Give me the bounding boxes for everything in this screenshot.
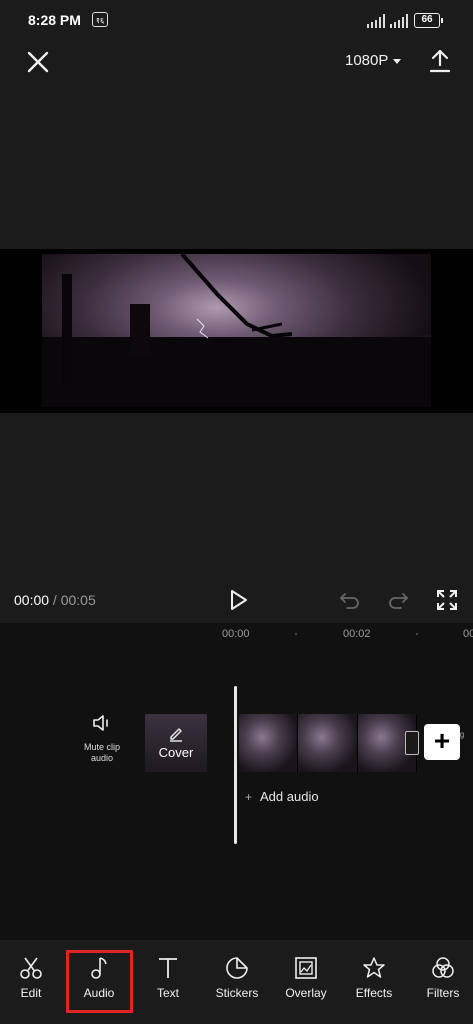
video-clip[interactable] <box>239 714 417 772</box>
redo-icon[interactable] <box>387 589 409 611</box>
status-time: 8:28 PM <box>28 12 81 28</box>
toolbar-label: Text <box>156 986 179 1000</box>
toolbar-label: Stickers <box>215 986 259 1000</box>
caret-down-icon <box>393 58 402 64</box>
signal-icon <box>367 14 385 28</box>
ruler-dot <box>416 633 418 635</box>
toolbar-label: Effects <box>355 986 393 1000</box>
scissors-icon <box>20 957 42 979</box>
audio-highlight-box <box>66 950 133 1013</box>
pencil-icon <box>170 728 182 742</box>
sticker-icon <box>226 957 248 979</box>
add-audio-label: Add audio <box>260 789 319 804</box>
close-icon[interactable] <box>24 48 52 76</box>
add-audio-button[interactable]: + Add audio <box>245 789 319 804</box>
playhead[interactable] <box>234 686 237 844</box>
effects-star-icon <box>363 957 385 978</box>
add-clip-button[interactable]: + <box>424 724 460 760</box>
timecode: 00:00 / 00:05 <box>14 592 96 608</box>
overlay-icon <box>295 957 317 979</box>
cover-button[interactable]: Cover <box>145 714 207 772</box>
toolbar-label: Overlay <box>285 986 327 1000</box>
video-preview[interactable] <box>42 254 431 407</box>
ruler-dot <box>295 633 297 635</box>
notification-badge: १६ <box>92 12 108 27</box>
undo-icon[interactable] <box>339 589 361 611</box>
resolution-dropdown[interactable]: 1080P <box>345 52 402 69</box>
plus-icon: + <box>245 789 253 804</box>
toolbar-label: Filters <box>426 986 460 1000</box>
export-upload-icon[interactable] <box>428 48 452 74</box>
cover-label: Cover <box>158 745 194 760</box>
toolbar-filters[interactable]: Filters <box>422 955 464 1000</box>
time-separator: / <box>49 592 61 608</box>
clip-frame <box>239 714 299 772</box>
clip-trim-handle[interactable] <box>405 731 419 755</box>
ruler-mark: 00:02 <box>343 628 371 640</box>
fullscreen-icon[interactable] <box>436 589 458 611</box>
text-icon <box>159 958 177 978</box>
toolbar-effects[interactable]: Effects <box>352 955 396 1000</box>
play-icon[interactable] <box>226 588 250 612</box>
speaker-icon <box>93 715 108 731</box>
clip-frame <box>298 714 358 772</box>
signal-icon-2 <box>390 14 408 28</box>
preview-scene <box>62 254 293 384</box>
mute-clip-audio-button[interactable]: Mute clip audio <box>80 713 124 764</box>
toolbar-label: Edit <box>20 986 42 1000</box>
toolbar-text[interactable]: Text <box>150 955 186 1000</box>
ruler-mark: 00 <box>463 628 473 640</box>
toolbar-overlay[interactable]: Overlay <box>283 955 329 1000</box>
toolbar-edit[interactable]: Edit <box>12 955 50 1000</box>
resolution-label: 1080P <box>345 52 389 69</box>
battery-indicator: 66 <box>414 13 443 28</box>
toolbar-stickers[interactable]: Stickers <box>211 955 263 1000</box>
total-time: 00:05 <box>60 592 96 608</box>
ruler-mark: 00:00 <box>222 628 250 640</box>
current-time: 00:00 <box>14 592 50 608</box>
filters-icon <box>432 957 454 978</box>
mute-clip-audio-label: Mute clip audio <box>83 742 120 763</box>
status-bar: 8:28 PM १६ 66 <box>0 0 473 40</box>
